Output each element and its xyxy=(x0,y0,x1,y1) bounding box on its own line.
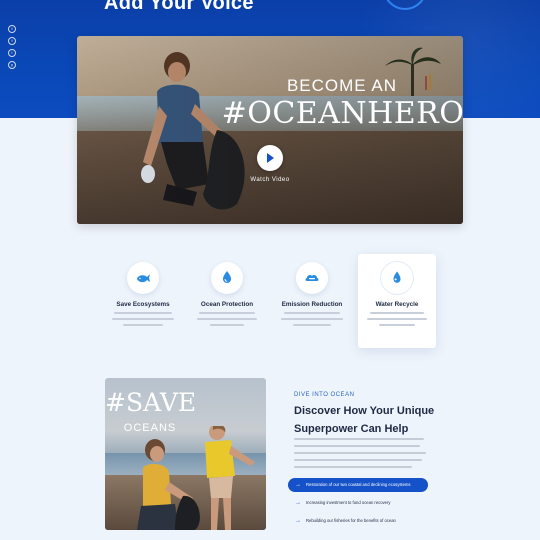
arrow-right-icon: → xyxy=(295,482,301,488)
facebook-icon[interactable]: f xyxy=(8,37,16,45)
section-paragraph xyxy=(294,438,426,473)
features-row: Save Ecosystems Ocean Protection Emissio… xyxy=(102,254,436,348)
social-links: t f i y xyxy=(8,25,16,69)
section-heading: Discover How Your Unique Superpower Can … xyxy=(294,405,435,435)
feature-icon-circle xyxy=(211,262,243,294)
feature-title: Water Recycle xyxy=(375,301,419,308)
feature-title: Save Ecosystems xyxy=(116,301,170,308)
watch-video-link[interactable]: Watch Video xyxy=(245,177,295,183)
feature-card-ocean-protection[interactable]: Ocean Protection xyxy=(188,254,266,348)
feature-icon-circle xyxy=(296,262,328,294)
band-decor-circle xyxy=(383,0,427,10)
play-video-button[interactable] xyxy=(257,145,283,171)
youtube-icon[interactable]: y xyxy=(8,61,16,69)
feature-card-water-recycle[interactable]: Water Recycle xyxy=(358,254,436,348)
hand-drop-icon xyxy=(223,271,231,283)
feature-title: Emission Reduction xyxy=(281,301,343,308)
co2-icon xyxy=(305,274,319,281)
feature-icon-circle xyxy=(381,262,413,294)
band-title: Add Your Voice xyxy=(104,0,254,14)
feature-description xyxy=(364,312,430,330)
benefit-label: Rebuilding our fisheries for the benefit… xyxy=(306,518,396,523)
twitter-icon[interactable]: t xyxy=(8,25,16,33)
hero-headline-line1: BECOME AN xyxy=(286,76,398,95)
feature-description xyxy=(194,312,260,330)
feature-title: Ocean Protection xyxy=(200,301,254,308)
benefit-list: → Restoration of our two coastal and dec… xyxy=(288,478,428,532)
section-eyebrow: DIVE INTO OCEAN xyxy=(294,392,355,398)
benefit-item[interactable]: → Increasing investment to fund ocean re… xyxy=(288,496,428,510)
water-drop-icon xyxy=(393,271,401,283)
arrow-right-icon: → xyxy=(295,500,301,506)
feature-card-save-ecosystems[interactable]: Save Ecosystems xyxy=(104,254,182,348)
instagram-icon[interactable]: i xyxy=(8,49,16,57)
feature-description xyxy=(279,312,345,330)
whale-icon xyxy=(137,274,150,283)
save-oceans-photo: #SAVE OCEANS xyxy=(105,378,266,530)
hero-video-card[interactable]: BECOME AN #OCEANHERO Watch Video xyxy=(77,36,463,224)
benefit-item[interactable]: → Rebuilding our fisheries for the benef… xyxy=(288,514,428,528)
benefit-item-active[interactable]: → Restoration of our two coastal and dec… xyxy=(288,478,428,492)
benefit-label: Restoration of our two coastal and decli… xyxy=(306,482,411,487)
feature-icon-circle xyxy=(127,262,159,294)
hero-headline-hashtag: #OCEANHERO xyxy=(221,96,463,131)
arrow-right-icon: → xyxy=(295,518,301,524)
feature-card-emission-reduction[interactable]: Emission Reduction xyxy=(273,254,351,348)
benefit-label: Increasing investment to fund ocean reco… xyxy=(306,500,391,505)
photo-hashtag: #SAVE xyxy=(105,388,197,417)
family-cleanup-image xyxy=(137,426,255,530)
feature-description xyxy=(110,312,176,330)
